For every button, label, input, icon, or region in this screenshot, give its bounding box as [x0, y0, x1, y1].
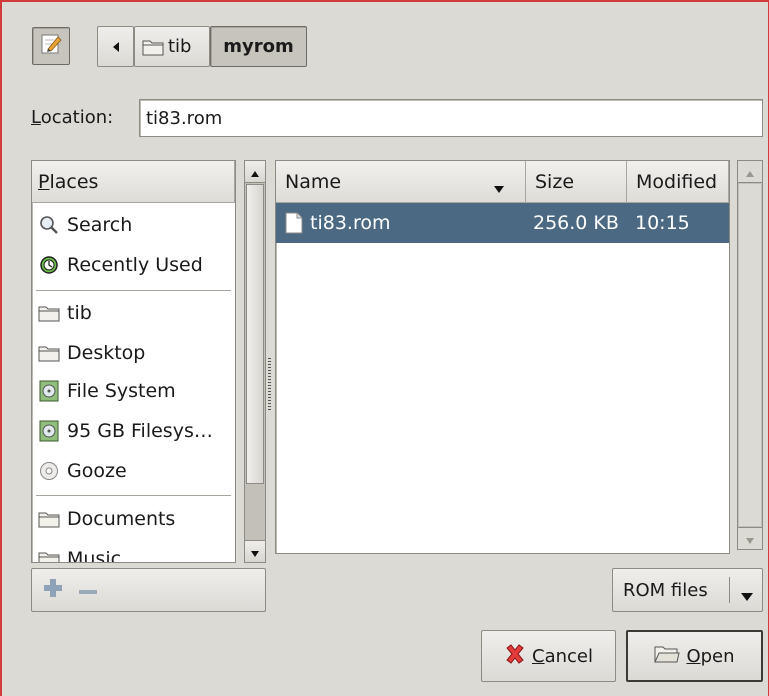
remove-bookmark-icon[interactable] — [78, 579, 98, 601]
column-header-name[interactable]: Name — [276, 161, 526, 203]
scroll-down-button[interactable] — [245, 540, 265, 562]
file-filter-combo[interactable]: ROM files — [612, 568, 763, 612]
folder-icon — [142, 38, 164, 56]
sort-descending-icon — [493, 177, 505, 199]
window-frame-top — [0, 0, 769, 2]
pane-resize-handle[interactable] — [268, 358, 271, 410]
bookmark-buttons — [31, 568, 266, 612]
pencil-icon — [40, 33, 62, 60]
dropdown-arrow-icon — [740, 585, 754, 607]
arrow-up-icon — [250, 161, 260, 183]
places-scrollbar[interactable] — [244, 160, 266, 563]
path-segment-myrom[interactable]: myrom — [210, 26, 307, 67]
place-item-95gb-filesystem[interactable]: 95 GB Filesys… — [32, 411, 235, 451]
path-back-button[interactable] — [97, 26, 134, 67]
places-separator — [36, 290, 231, 292]
arrow-down-icon — [745, 528, 755, 550]
disc-icon — [38, 460, 60, 482]
places-panel: Places Search Recently Used tib Desktop … — [31, 160, 236, 563]
file-row[interactable]: ti83.rom 256.0 KB 10:15 — [276, 203, 729, 243]
file-size: 256.0 KB — [533, 212, 619, 234]
file-list-scrollbar[interactable] — [737, 160, 763, 550]
column-header-modified[interactable]: Modified — [627, 161, 729, 203]
path-segment-label: myrom — [223, 36, 294, 57]
location-label: Location: — [31, 107, 114, 128]
magnifier-icon — [38, 214, 60, 236]
folder-icon — [38, 508, 60, 530]
folder-icon — [38, 548, 60, 562]
place-item-gooze[interactable]: Gooze — [32, 451, 235, 491]
column-header-size[interactable]: Size — [526, 161, 627, 203]
location-input[interactable]: ti83.rom — [139, 99, 763, 137]
chevron-left-icon — [111, 36, 121, 58]
type-location-toggle-button[interactable] — [32, 27, 70, 65]
combo-separator — [729, 577, 730, 603]
folder-icon — [38, 302, 60, 324]
path-segment-tib[interactable]: tib — [134, 26, 210, 67]
place-item-desktop[interactable]: Desktop — [32, 333, 235, 373]
arrow-down-icon — [250, 541, 260, 563]
places-header[interactable]: Places — [32, 161, 235, 203]
file-modified: 10:15 — [635, 212, 690, 234]
document-icon — [285, 212, 303, 239]
add-bookmark-icon[interactable] — [42, 577, 64, 604]
scroll-up-button[interactable] — [738, 161, 762, 183]
drive-icon — [38, 420, 60, 442]
place-item-file-system[interactable]: File System — [32, 371, 235, 411]
place-item-tib[interactable]: tib — [32, 293, 235, 333]
file-filter-selected: ROM files — [623, 579, 708, 601]
cancel-x-icon — [504, 643, 526, 670]
place-item-recently-used[interactable]: Recently Used — [32, 245, 235, 285]
place-item-search[interactable]: Search — [32, 205, 235, 245]
open-button[interactable]: Open — [626, 630, 763, 682]
scroll-down-button[interactable] — [738, 527, 762, 549]
arrow-up-icon — [745, 161, 755, 183]
folder-icon — [38, 342, 60, 364]
folder-open-icon — [654, 644, 681, 669]
recent-icon — [38, 254, 60, 276]
place-item-documents[interactable]: Documents — [32, 499, 235, 539]
window-frame-left — [0, 0, 2, 696]
place-item-music[interactable]: Music — [32, 539, 235, 562]
drive-icon — [38, 380, 60, 402]
file-list-scroll-thumb[interactable] — [739, 184, 761, 526]
file-name: ti83.rom — [310, 212, 391, 234]
places-separator — [36, 495, 231, 497]
cancel-button[interactable]: Cancel — [481, 630, 616, 682]
location-input-value: ti83.rom — [146, 107, 223, 129]
path-segment-label: tib — [168, 36, 192, 57]
file-list: Name Size Modified ti83.rom 256.0 KB 10:… — [275, 160, 730, 554]
places-scroll-thumb[interactable] — [246, 184, 264, 484]
scroll-up-button[interactable] — [245, 161, 265, 183]
